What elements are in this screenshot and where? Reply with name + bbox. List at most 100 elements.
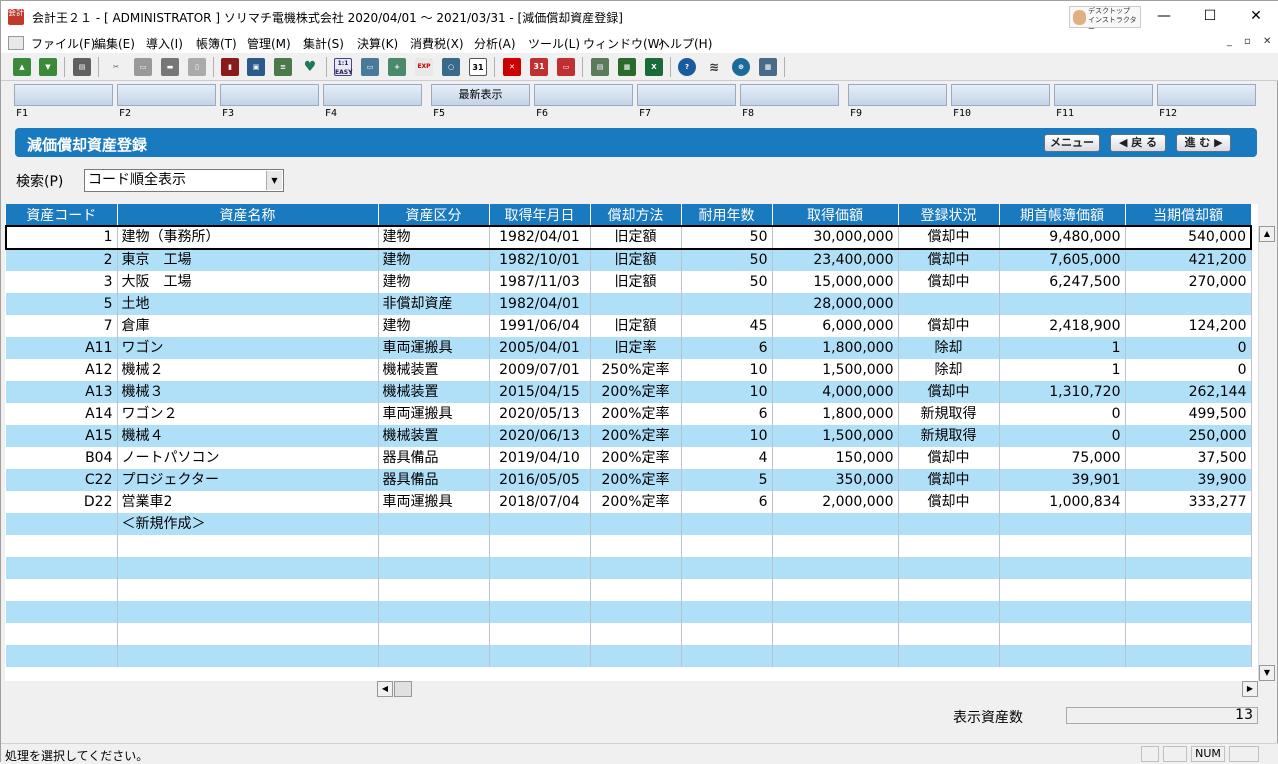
cell-acquisition-date[interactable]: 2016/05/05 — [489, 469, 591, 491]
cell-opening-book-value[interactable]: 9,480,000 — [999, 225, 1126, 250]
cell-acquisition-cost[interactable]: 1,500,000 — [772, 359, 899, 381]
cell-opening-book-value[interactable]: 0 — [999, 425, 1126, 447]
empty-row[interactable] — [6, 623, 1252, 645]
calculator-icon[interactable]: ▦ — [759, 58, 777, 76]
cell-asset-category[interactable]: 建物 — [378, 225, 490, 250]
cell-useful-life[interactable] — [681, 645, 773, 667]
cell-opening-book-value[interactable]: 0 — [999, 403, 1126, 425]
cell-acquisition-date[interactable]: 2009/07/01 — [489, 359, 591, 381]
copy-icon[interactable]: ▭ — [134, 58, 152, 76]
cell-asset-category[interactable]: 器具備品 — [378, 447, 490, 469]
cell-asset-code[interactable]: A14 — [6, 403, 118, 425]
fkey-f9-button[interactable] — [848, 84, 947, 106]
cell-depreciation-method[interactable]: 200%定率 — [590, 403, 682, 425]
cell-asset-name[interactable] — [117, 557, 379, 579]
fkey-f1-button[interactable] — [14, 84, 113, 106]
fkey-f8-button[interactable] — [740, 84, 839, 106]
table-row[interactable]: 1 建物（事務所） 建物 1982/04/01 旧定額 50 30,000,000 償却中 9,… — [5, 225, 1252, 250]
table-row[interactable]: ＜新規作成＞ — [6, 513, 1252, 535]
col-current-depreciation[interactable]: 当期償却額 — [1125, 204, 1252, 226]
cell-useful-life[interactable]: 50 — [681, 225, 773, 250]
cell-acquisition-cost[interactable]: 4,000,000 — [772, 381, 899, 403]
cell-acquisition-cost[interactable]: 23,400,000 — [772, 249, 899, 271]
col-acquisition-cost[interactable]: 取得価額 — [772, 204, 899, 226]
cell-asset-category[interactable]: 機械装置 — [378, 359, 490, 381]
cell-status[interactable] — [898, 645, 1000, 667]
cell-current-depreciation[interactable]: 262,144 — [1125, 381, 1252, 403]
cell-asset-code[interactable]: 2 — [6, 249, 118, 271]
journal-icon[interactable]: ▭ — [361, 58, 379, 76]
cell-depreciation-method[interactable]: 200%定率 — [590, 447, 682, 469]
cell-depreciation-method[interactable] — [590, 557, 682, 579]
cell-acquisition-date[interactable] — [489, 645, 591, 667]
cell-status[interactable] — [898, 601, 1000, 623]
cell-asset-category[interactable] — [378, 557, 490, 579]
cell-acquisition-cost[interactable] — [772, 601, 899, 623]
import-icon[interactable]: ▲ — [13, 58, 31, 76]
cell-depreciation-method[interactable] — [590, 579, 682, 601]
paste-icon[interactable]: ▬ — [161, 58, 179, 76]
cell-useful-life[interactable] — [681, 535, 773, 557]
forward-button[interactable]: 進 む ▶ — [1176, 134, 1231, 152]
cell-useful-life[interactable]: 10 — [681, 425, 773, 447]
cell-acquisition-date[interactable] — [489, 623, 591, 645]
clipboard-icon[interactable]: ▯ — [188, 58, 206, 76]
ledger-icon[interactable]: ▣ — [247, 58, 265, 76]
cell-asset-name[interactable]: プロジェクター — [117, 469, 379, 491]
scroll-left-icon[interactable]: ◀ — [377, 681, 393, 697]
cell-depreciation-method[interactable] — [590, 535, 682, 557]
mdi-system-icon[interactable] — [8, 36, 24, 50]
cell-asset-category[interactable]: 車両運搬具 — [378, 403, 490, 425]
cell-asset-category[interactable]: 建物 — [378, 271, 490, 293]
cell-status[interactable]: 除却 — [898, 359, 1000, 381]
cell-status[interactable] — [898, 513, 1000, 535]
maximize-button[interactable]: ☐ — [1187, 1, 1233, 33]
cell-asset-category[interactable] — [378, 623, 490, 645]
cell-opening-book-value[interactable] — [999, 645, 1126, 667]
cell-depreciation-method[interactable]: 200%定率 — [590, 425, 682, 447]
cell-current-depreciation[interactable]: 37,500 — [1125, 447, 1252, 469]
cell-useful-life[interactable]: 4 — [681, 447, 773, 469]
cell-status[interactable] — [898, 579, 1000, 601]
cell-depreciation-method[interactable] — [590, 513, 682, 535]
cell-asset-code[interactable] — [6, 623, 118, 645]
cell-asset-code[interactable]: B04 — [6, 447, 118, 469]
cell-depreciation-method[interactable] — [590, 623, 682, 645]
scroll-down-icon[interactable]: ▼ — [1259, 665, 1275, 681]
exp-icon[interactable]: EXP — [415, 58, 433, 76]
cell-current-depreciation[interactable] — [1125, 293, 1252, 315]
cell-useful-life[interactable] — [681, 579, 773, 601]
cell-current-depreciation[interactable] — [1125, 557, 1252, 579]
cell-asset-category[interactable] — [378, 579, 490, 601]
cell-opening-book-value[interactable]: 75,000 — [999, 447, 1126, 469]
cell-status[interactable] — [898, 293, 1000, 315]
cell-useful-life[interactable]: 6 — [681, 337, 773, 359]
cell-asset-category[interactable]: 非償却資産 — [378, 293, 490, 315]
cell-depreciation-method[interactable]: 旧定額 — [590, 249, 682, 271]
table-row[interactable]: A14 ワゴン２ 車両運搬具 2020/05/13 200%定率 6 1,800,000 新規… — [6, 403, 1252, 425]
cell-asset-category[interactable]: 機械装置 — [378, 381, 490, 403]
empty-row[interactable] — [6, 557, 1252, 579]
cell-asset-code[interactable]: D22 — [6, 491, 118, 513]
cell-depreciation-method[interactable]: 200%定率 — [590, 469, 682, 491]
cell-acquisition-cost[interactable] — [772, 513, 899, 535]
cell-useful-life[interactable]: 50 — [681, 271, 773, 293]
cell-acquisition-date[interactable] — [489, 513, 591, 535]
col-depreciation-method[interactable]: 償却方法 — [590, 204, 682, 226]
cell-status[interactable]: 償却中 — [898, 381, 1000, 403]
cell-depreciation-method[interactable] — [590, 601, 682, 623]
cell-opening-book-value[interactable] — [999, 579, 1126, 601]
cell-useful-life[interactable] — [681, 623, 773, 645]
cell-depreciation-method[interactable]: 旧定率 — [590, 337, 682, 359]
cell-acquisition-cost[interactable]: 150,000 — [772, 447, 899, 469]
cell-asset-category[interactable]: 機械装置 — [378, 425, 490, 447]
cell-status[interactable] — [898, 623, 1000, 645]
cell-depreciation-method[interactable] — [590, 645, 682, 667]
cell-current-depreciation[interactable]: 499,500 — [1125, 403, 1252, 425]
cell-status[interactable] — [898, 535, 1000, 557]
book-icon[interactable]: ▮ — [221, 58, 239, 76]
col-status[interactable]: 登録状況 — [898, 204, 1000, 226]
empty-row[interactable] — [6, 535, 1252, 557]
cell-asset-name[interactable]: 営業車2 — [117, 491, 379, 513]
cell-acquisition-date[interactable]: 2020/06/13 — [489, 425, 591, 447]
